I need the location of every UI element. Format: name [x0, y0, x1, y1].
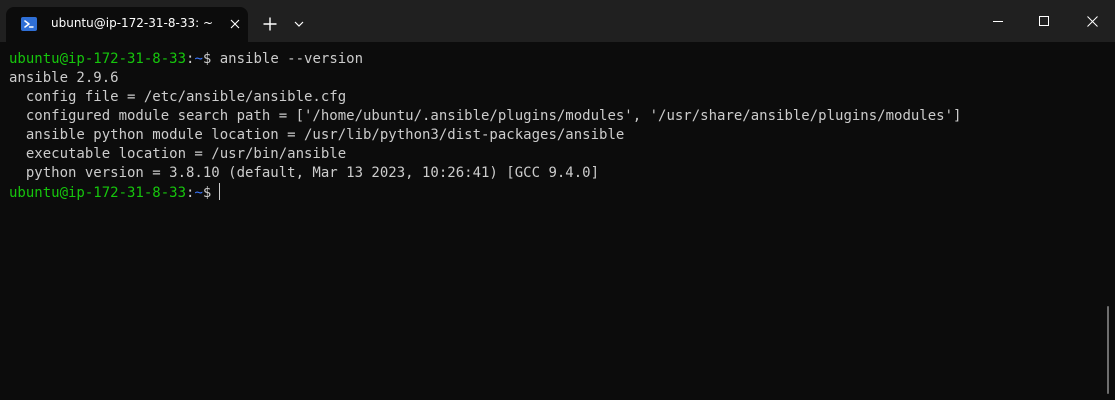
tab-title: ubuntu@ip-172-31-8-33: ~ — [51, 16, 214, 30]
text-cursor — [219, 183, 221, 200]
new-tab-button[interactable] — [259, 13, 281, 35]
maximize-icon — [1039, 16, 1049, 26]
prompt-path: ~ — [194, 185, 203, 201]
prompt-path: ~ — [194, 51, 203, 67]
output-line: configured module search path = ['/home/… — [9, 108, 962, 124]
scrollbar-thumb[interactable] — [1107, 306, 1109, 394]
terminal-window: ubuntu@ip-172-31-8-33: ~ ubuntu@ip-172-3… — [0, 0, 1115, 400]
close-icon — [1086, 15, 1098, 27]
tab-dropdown-button[interactable] — [290, 15, 308, 33]
prompt-line: ubuntu@ip-172-31-8-33:~$ — [9, 183, 221, 202]
output-line: ansible python module location = /usr/li… — [9, 127, 625, 143]
window-close-button[interactable] — [1069, 0, 1115, 42]
linux-shell-icon — [21, 16, 37, 32]
title-bar: ubuntu@ip-172-31-8-33: ~ — [0, 0, 1115, 42]
command-text: ansible --version — [219, 51, 364, 67]
output-line: executable location = /usr/bin/ansible — [9, 146, 347, 162]
output-line: ansible 2.9.6 — [9, 70, 119, 86]
minimize-icon — [993, 21, 1003, 22]
prompt-user: ubuntu@ip-172-31-8-33 — [9, 51, 187, 67]
maximize-button[interactable] — [1021, 0, 1067, 42]
prompt-symbol: $ — [202, 185, 212, 201]
output-line: python version = 3.8.10 (default, Mar 13… — [9, 165, 600, 181]
prompt-line: ubuntu@ip-172-31-8-33:~$ ansible --versi… — [9, 50, 363, 69]
prompt-symbol: $ — [202, 51, 220, 67]
tab-ubuntu-shell[interactable]: ubuntu@ip-172-31-8-33: ~ — [6, 7, 248, 42]
chevron-down-icon — [294, 21, 304, 27]
prompt-user: ubuntu@ip-172-31-8-33 — [9, 185, 187, 201]
plus-icon — [263, 17, 277, 31]
output-line: config file = /etc/ansible/ansible.cfg — [9, 89, 347, 105]
close-icon[interactable] — [228, 17, 242, 31]
terminal-output[interactable]: ubuntu@ip-172-31-8-33:~$ ansible --versi… — [0, 42, 1115, 400]
minimize-button[interactable] — [975, 0, 1021, 42]
